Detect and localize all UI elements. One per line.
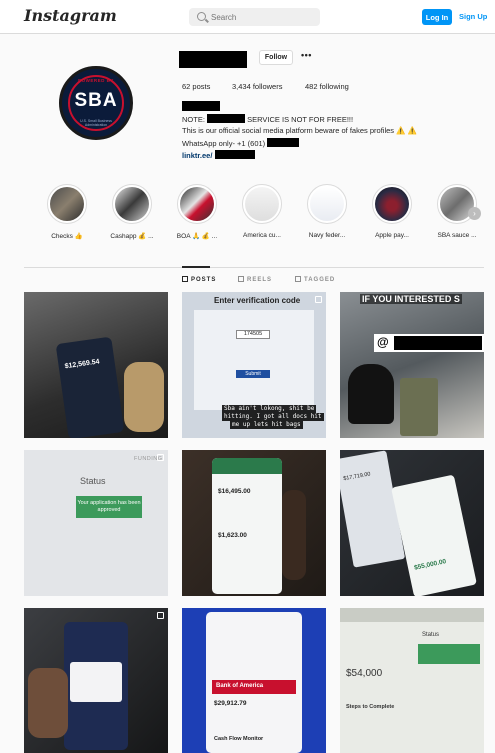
bio-whatsapp: WhatsApp only- +1 (601) (182, 139, 266, 148)
profile-avatar[interactable]: POWERED BY SBA U.S. Small Business Admin… (59, 66, 133, 140)
bio-line-3: WhatsApp only- +1 (601) (182, 138, 300, 148)
post-8[interactable]: Bank of America $29,912.79 Cash Flow Mon… (182, 608, 326, 753)
follow-button[interactable]: Follow (259, 50, 293, 65)
cash-stack (400, 378, 438, 436)
verification-code: 174505 (236, 330, 270, 339)
bio-line-1: NOTE: SERVICE IS NOT FOR FREE!!! (182, 114, 353, 124)
reels-icon (238, 276, 244, 282)
browser-header (340, 608, 484, 622)
loan-amount: $54,000 (346, 668, 383, 679)
username-redacted (179, 51, 247, 68)
bio-redacted-phone (267, 138, 300, 147)
grid-icon (182, 276, 188, 282)
status-heading: Status (422, 632, 440, 638)
sign-up-link[interactable]: Sign Up (459, 12, 487, 21)
carousel-icon (157, 612, 164, 619)
cash-flow-label: Cash Flow Monitor (214, 736, 264, 742)
phone-screen: Bank of America $29,912.79 Cash Flow Mon… (206, 612, 302, 753)
boa-banner: Bank of America (212, 680, 296, 694)
bio-redacted-1 (207, 114, 246, 123)
handle-at: @ (377, 335, 389, 349)
post-3[interactable]: IF YOU INTERESTED S @ (340, 292, 484, 438)
tab-active-indicator (182, 266, 210, 268)
post-4[interactable]: FUNDING Status Your application has been… (24, 450, 168, 596)
carousel-icon (315, 296, 322, 303)
search-box[interactable] (189, 8, 320, 26)
amount-right: $55,000.00 (413, 558, 447, 572)
status-heading: Status (80, 476, 106, 486)
account-amount-2: $1,623.00 (218, 532, 247, 539)
search-icon (197, 12, 206, 21)
tab-posts[interactable]: POSTS (182, 276, 216, 283)
bio-note-suffix: SERVICE IS NOT FOR FREE!!! (247, 115, 354, 124)
avatar-top-text: POWERED BY (78, 78, 114, 83)
phone-right: $55,000.00 (391, 474, 477, 596)
post-2[interactable]: Enter verification code 174505 Submit Sb… (182, 292, 326, 438)
avatar-bottom-text: U.S. Small Business Administration (80, 119, 112, 127)
highlight-apple-pay[interactable]: Apple pay... (372, 184, 412, 239)
app-header (212, 458, 282, 474)
approved-banner (418, 644, 480, 664)
post-5[interactable]: $16,495.00 $1,623.00 (182, 450, 326, 596)
bio-redacted-link (214, 150, 255, 159)
highlight-cashapp[interactable]: Cashapp 💰 ... (110, 184, 154, 240)
screen-card (70, 662, 122, 702)
interested-caption: IF YOU INTERESTED S (360, 294, 462, 304)
handle-redacted (394, 336, 482, 350)
tagged-icon (295, 276, 301, 282)
steps-heading: Steps to Complete (346, 704, 395, 710)
bio-link[interactable]: linktr.ee/ (182, 151, 212, 160)
highlight-navy-federal[interactable]: Navy feder... (307, 184, 347, 239)
post-7[interactable] (24, 608, 168, 753)
verification-title: Enter verification code (214, 296, 301, 305)
followers-count[interactable]: 3,434 followers (232, 82, 282, 91)
log-in-button[interactable]: Log In (422, 9, 452, 25)
post-6[interactable]: $17,719.00 $55,000.00 (340, 450, 484, 596)
hand-shape (124, 362, 164, 432)
more-options-icon[interactable]: ••• (301, 50, 312, 60)
phone-screen: $16,495.00 $1,623.00 (212, 458, 282, 594)
bio-link-line: linktr.ee/ (182, 150, 255, 160)
phone-screen: $12,569.54 (55, 336, 125, 438)
avatar-logo-text: SBA (74, 90, 118, 111)
following-count[interactable]: 482 following (305, 82, 349, 91)
top-nav-bar: Instagram Log In Sign Up (0, 0, 495, 34)
hand-shape (28, 668, 68, 738)
caption-line-2: hitting. I got all docs hit (222, 413, 324, 421)
account-amount-1: $16,495.00 (218, 488, 251, 495)
amount-left: $17,719.00 (342, 471, 372, 483)
display-name-redacted (182, 101, 220, 111)
tab-reels[interactable]: REELS (238, 276, 272, 283)
submit-button: Submit (236, 370, 270, 378)
balance-text: $12,569.54 (64, 358, 100, 371)
highlight-america-cu[interactable]: America cu... (242, 184, 282, 239)
post-1[interactable]: $12,569.54 (24, 292, 168, 438)
approved-banner: Your application has been approved (76, 496, 142, 518)
masked-person (348, 364, 394, 424)
tabs-divider (24, 267, 484, 268)
tab-tagged[interactable]: TAGGED (295, 276, 335, 283)
handle-box: @ (374, 334, 484, 352)
phone-screen (64, 622, 128, 750)
funding-label: FUNDING (134, 456, 163, 462)
instagram-logo[interactable]: Instagram (24, 6, 117, 25)
verification-panel: 174505 Submit (194, 310, 314, 410)
caption-line-3: me up lets hit bags (230, 421, 303, 429)
highlights-next-icon[interactable]: › (468, 207, 481, 220)
search-input[interactable] (211, 10, 311, 24)
caption-line-1: Sba ain't lokong, shit be (222, 405, 317, 413)
posts-count: 62 posts (182, 82, 211, 91)
highlight-boa[interactable]: BOA 🙏 💰 ... (177, 184, 217, 240)
post-9[interactable]: Status $54,000 Steps to Complete (340, 608, 484, 753)
hand-shape (282, 490, 306, 580)
highlight-checks[interactable]: Checks 👍 (47, 184, 87, 240)
bio-note-prefix: NOTE: (182, 115, 205, 124)
bio-line-2: This is our official social media platfo… (182, 126, 417, 135)
boa-amount: $29,912.79 (214, 700, 247, 707)
